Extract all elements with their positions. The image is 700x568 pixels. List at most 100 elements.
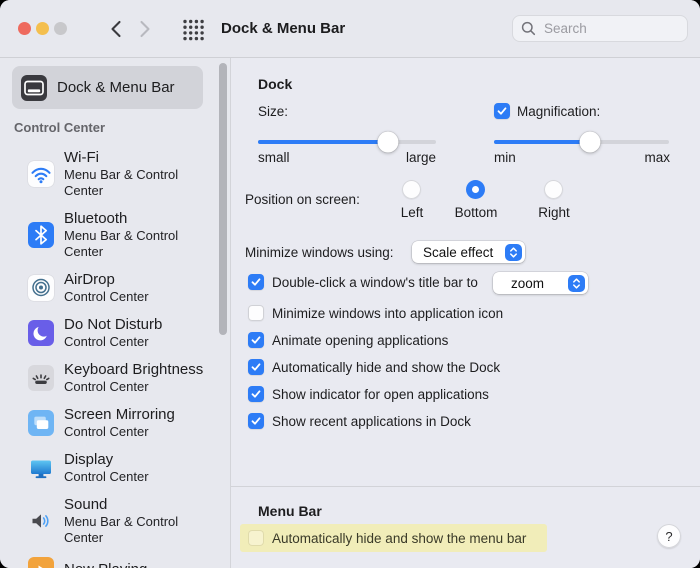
sidebar-section-header: Control Center (14, 120, 105, 135)
sidebar-item-sublabel: Control Center (64, 379, 149, 394)
menu-bar-section-header: Menu Bar (258, 503, 322, 519)
size-min-label: small (258, 150, 290, 165)
chevron-right-icon (139, 20, 150, 38)
minimize-using-label: Minimize windows using: (245, 245, 394, 260)
wifi-icon (28, 161, 54, 187)
sidebar-item-sublabel: Menu Bar & Control Center (64, 228, 179, 259)
sidebar-item-display[interactable]: Display Control Center (0, 451, 224, 485)
auto-hide-dock-checkbox[interactable] (248, 359, 264, 375)
sidebar-item-label: AirDrop (64, 271, 115, 288)
zoom-button[interactable] (54, 22, 67, 35)
slider-fill (494, 140, 591, 144)
minimize-into-icon-label: Minimize windows into application icon (272, 306, 504, 321)
minimize-effect-value: Scale effect (423, 244, 494, 260)
sidebar-item-now-playing[interactable]: Now Playing (0, 557, 224, 568)
checkmark-icon (497, 107, 507, 115)
show-indicator-label: Show indicator for open applications (272, 387, 489, 402)
sidebar-item-label: Do Not Disturb (64, 316, 163, 333)
sidebar: Dock & Menu Bar Control Center Wi-Fi Menu… (0, 58, 231, 568)
position-radio-left[interactable] (402, 180, 421, 199)
minimize-into-icon-checkbox[interactable] (248, 305, 264, 321)
slider-fill (258, 140, 388, 144)
sidebar-item-wifi[interactable]: Wi-Fi Menu Bar & Control Center (0, 149, 224, 199)
window-title: Dock & Menu Bar (221, 20, 346, 37)
back-button[interactable] (104, 18, 126, 40)
sidebar-item-sublabel: Control Center (64, 289, 149, 304)
magnification-label: Magnification: (517, 104, 601, 119)
double-click-label: Double-click a window's title bar to (272, 275, 478, 290)
show-all-button[interactable] (181, 17, 206, 42)
search-icon (521, 21, 536, 36)
section-divider (231, 486, 700, 487)
question-mark-icon: ? (665, 528, 673, 544)
minimize-effect-select[interactable]: Scale effect (412, 241, 525, 263)
sidebar-item-do-not-disturb[interactable]: Do Not Disturb Control Center (0, 316, 224, 350)
show-recent-label: Show recent applications in Dock (272, 414, 471, 429)
airdrop-icon (28, 275, 54, 301)
minimize-button[interactable] (36, 22, 49, 35)
sidebar-item-sublabel: Menu Bar & Control Center (64, 167, 179, 198)
sidebar-item-screen-mirroring[interactable]: Screen Mirroring Control Center (0, 406, 224, 440)
size-max-label: large (405, 150, 436, 165)
double-click-action-select[interactable]: zoom (493, 272, 588, 294)
position-radio-bottom[interactable] (466, 180, 485, 199)
sidebar-item-sublabel: Menu Bar & Control Center (64, 514, 179, 545)
help-button[interactable]: ? (657, 524, 681, 548)
sidebar-item-label: Display (64, 451, 114, 468)
position-label: Position on screen: (245, 192, 360, 207)
sidebar-item-sublabel: Control Center (64, 424, 149, 439)
show-recent-checkbox[interactable] (248, 413, 264, 429)
checkmark-icon (251, 363, 261, 371)
sound-icon (28, 508, 54, 534)
main-pane: Dock Size: small large Magnification: mi… (231, 58, 700, 568)
dock-section-header: Dock (258, 76, 293, 92)
double-click-action-value: zoom (511, 275, 545, 291)
sidebar-item-label: Sound (64, 496, 108, 513)
sidebar-item-sublabel: Control Center (64, 469, 149, 484)
moon-icon (28, 320, 54, 346)
magnification-min-label: min (494, 150, 516, 165)
sidebar-list: Wi-Fi Menu Bar & Control Center Bluetooth… (0, 149, 224, 568)
close-button[interactable] (18, 22, 31, 35)
position-radio-right[interactable] (544, 180, 563, 199)
sidebar-item-sublabel: Control Center (64, 334, 149, 349)
double-click-checkbox[interactable] (248, 274, 264, 290)
position-option-label: Right (538, 205, 570, 220)
sidebar-item-label: Now Playing (64, 561, 147, 568)
magnification-checkbox[interactable] (494, 103, 510, 119)
sidebar-item-keyboard-brightness[interactable]: Keyboard Brightness Control Center (0, 361, 224, 395)
keyboard-brightness-icon (28, 365, 54, 391)
sidebar-scrollbar[interactable] (219, 63, 227, 335)
chevron-left-icon (110, 20, 121, 38)
checkmark-icon (251, 390, 261, 398)
sidebar-item-label: Screen Mirroring (64, 406, 175, 423)
sidebar-selected-label: Dock & Menu Bar (57, 79, 175, 96)
position-option-label: Left (400, 205, 424, 220)
forward-button[interactable] (134, 18, 156, 40)
auto-hide-menu-bar-checkbox[interactable] (248, 530, 264, 546)
auto-hide-menu-bar-label: Automatically hide and show the menu bar (272, 531, 527, 546)
checkmark-icon (251, 417, 261, 425)
sidebar-item-airdrop[interactable]: AirDrop Control Center (0, 271, 224, 305)
position-option-label: Bottom (454, 205, 498, 220)
animate-opening-checkbox[interactable] (248, 332, 264, 348)
sidebar-item-label: Keyboard Brightness (64, 361, 204, 378)
animate-opening-label: Animate opening applications (272, 333, 449, 348)
display-icon (28, 455, 54, 481)
screen-mirroring-icon (28, 410, 54, 436)
sidebar-item-sound[interactable]: Sound Menu Bar & Control Center (0, 496, 224, 546)
sidebar-item-label: Wi-Fi (64, 149, 99, 166)
size-label: Size: (258, 104, 289, 119)
bluetooth-icon (28, 222, 54, 248)
sidebar-item-dock-menu-bar[interactable]: Dock & Menu Bar (12, 66, 203, 109)
auto-hide-dock-label: Automatically hide and show the Dock (272, 360, 501, 375)
show-indicator-checkbox[interactable] (248, 386, 264, 402)
dock-menu-bar-icon (21, 74, 47, 101)
now-playing-icon (28, 557, 54, 568)
search-input[interactable] (542, 20, 679, 37)
checkmark-icon (251, 278, 261, 286)
grid-icon (183, 19, 204, 41)
sidebar-item-label: Bluetooth (64, 210, 128, 227)
sidebar-item-bluetooth[interactable]: Bluetooth Menu Bar & Control Center (0, 210, 224, 260)
search-field[interactable] (512, 15, 688, 42)
